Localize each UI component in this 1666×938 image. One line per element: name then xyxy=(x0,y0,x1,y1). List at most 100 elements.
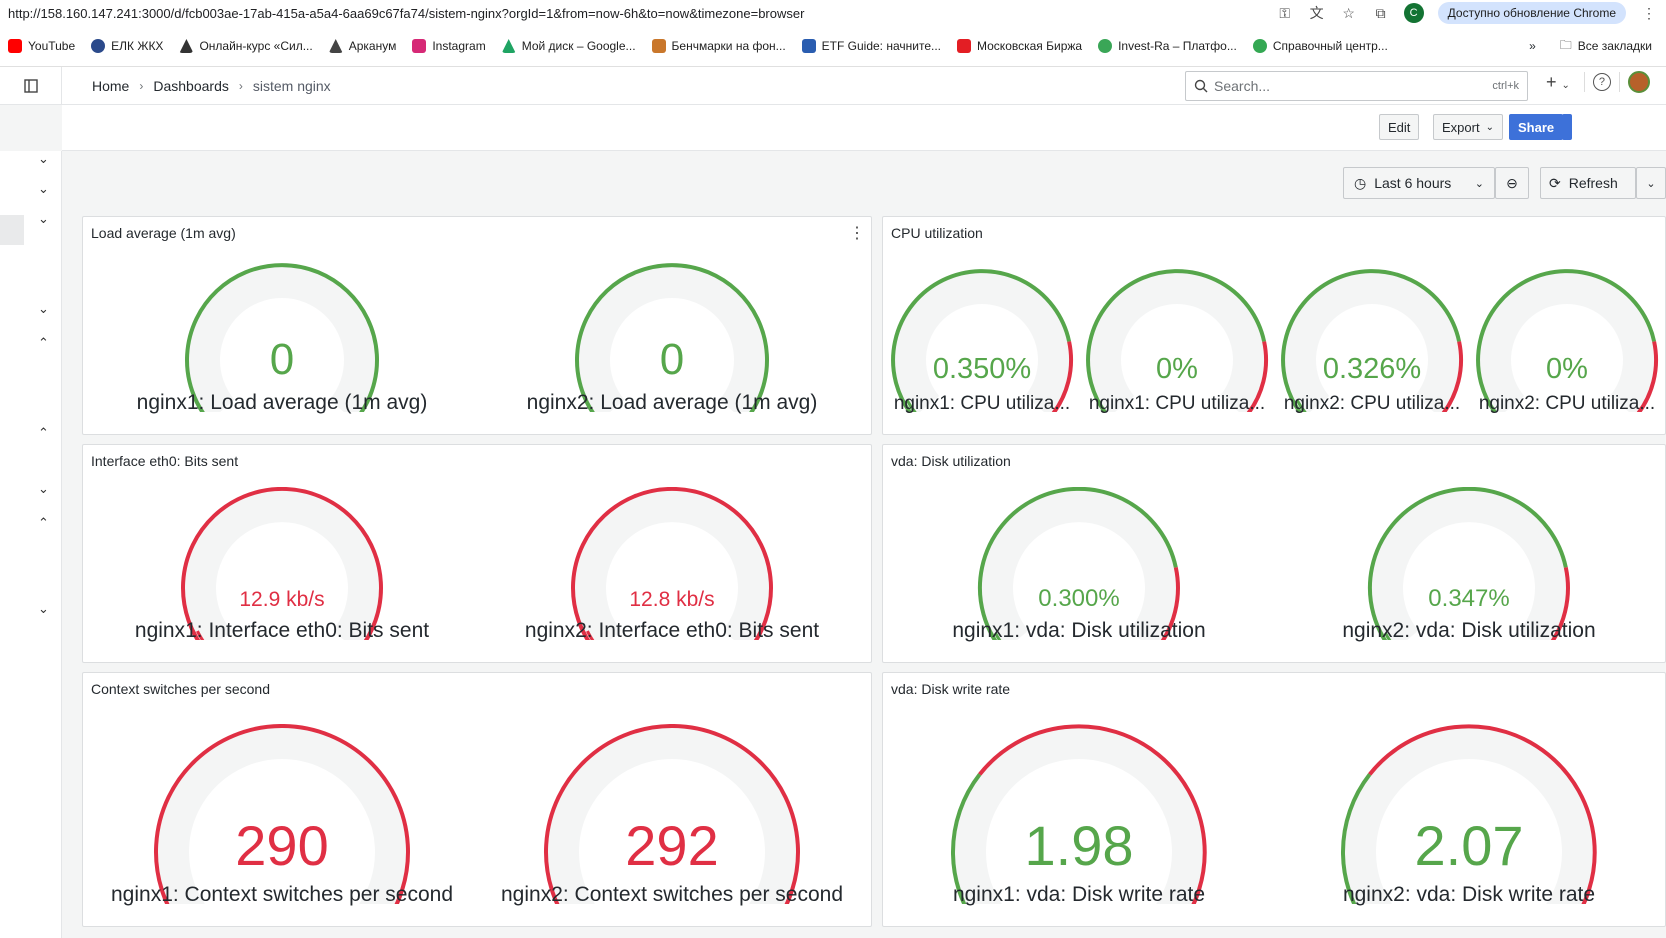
breadcrumb-dashboards[interactable]: Dashboards xyxy=(153,78,229,94)
chevron-down-icon[interactable]: ⌄ xyxy=(38,211,49,227)
bookmark-youtube[interactable]: YouTube xyxy=(0,39,83,53)
help-center-icon xyxy=(1252,39,1267,53)
gauge-label: nginx1: CPU utiliza... xyxy=(1088,393,1266,414)
gauge-label: nginx1: vda: Disk utilization xyxy=(952,619,1206,642)
bookmark-etf-guide[interactable]: ETF Guide: начните... xyxy=(794,39,949,53)
gauge-arc xyxy=(1368,487,1570,640)
gauge-value: 0.326% xyxy=(1322,353,1422,386)
user-avatar[interactable] xyxy=(1627,71,1650,93)
gauge-arc xyxy=(1086,269,1268,412)
chevron-up-icon[interactable]: ⌃ xyxy=(38,335,49,351)
chevron-down-icon[interactable]: ⌄ xyxy=(38,601,49,617)
gauge-panel[interactable]: vda: Disk utilization 0.300% nginx1: vda: … xyxy=(882,444,1666,663)
browser-address-bar: http://158.160.147.241:3000/d/fcb003ae-1… xyxy=(0,0,1666,26)
time-range-picker[interactable]: ◷ Last 6 hours ⌄ xyxy=(1343,167,1495,199)
gauge-panel[interactable]: Interface eth0: Bits sent 12.9 kb/s nginx1… xyxy=(82,444,872,663)
zoom-out-button[interactable]: ⊖ xyxy=(1495,167,1529,199)
bookmark-course[interactable]: Онлайн-курс «Сил... xyxy=(171,39,320,53)
translate-icon[interactable]: 文 xyxy=(1308,4,1326,22)
chevron-up-icon[interactable]: ⌃ xyxy=(38,515,49,531)
triangle-icon xyxy=(179,39,194,53)
refresh-label: Refresh xyxy=(1568,175,1618,191)
dock-menu-toggle[interactable] xyxy=(0,66,62,105)
gauge-label: nginx1: Interface eth0: Bits sent xyxy=(134,619,430,642)
gauge-track xyxy=(1282,270,1462,412)
google-drive-icon xyxy=(501,39,516,53)
chevron-down-icon[interactable]: ⌄ xyxy=(38,301,49,317)
sidebar-selected-marker xyxy=(0,215,24,245)
gauge-value: 0.300% xyxy=(1038,584,1120,612)
breadcrumb: Home › Dashboards › sistem nginx xyxy=(62,78,331,94)
dock-menu-icon xyxy=(23,78,38,93)
refresh-interval-dropdown[interactable]: ⌄ xyxy=(1636,167,1666,199)
gauge-label: nginx2: Load average (1m avg) xyxy=(526,391,818,414)
profile-avatar[interactable]: C xyxy=(1403,3,1424,23)
gauge-track xyxy=(1087,270,1267,412)
bookmark-arkanum[interactable]: Арканум xyxy=(321,39,405,53)
search-input[interactable]: Search... ctrl+k xyxy=(1185,71,1528,101)
chevron-down-icon[interactable]: ⌄ xyxy=(38,181,49,197)
export-button[interactable]: Export ⌄ xyxy=(1433,114,1503,140)
shield-icon xyxy=(651,39,666,53)
folder-icon: 🗀 xyxy=(1559,37,1572,52)
bookmark-star-icon[interactable]: ☆ xyxy=(1340,4,1358,22)
gauge-arc xyxy=(1281,269,1463,412)
chrome-update-button[interactable]: Доступно обновление Chrome xyxy=(1437,2,1626,24)
share-dropdown-button[interactable] xyxy=(1562,114,1572,140)
breadcrumb-separator-icon: › xyxy=(139,78,144,93)
gauge-panel[interactable]: CPU utilization 0.350% nginx1: CPU utiliza… xyxy=(882,216,1666,435)
url-text[interactable]: http://158.160.147.241:3000/d/fcb003ae-1… xyxy=(0,6,1276,21)
bookmark-invest-ra[interactable]: Invest-Ra – Платфо... xyxy=(1090,39,1245,53)
chevron-down-icon[interactable]: ⌄ xyxy=(38,481,49,497)
help-icon[interactable]: ? xyxy=(1592,73,1611,91)
bookmark-help-center[interactable]: Справочный центр... xyxy=(1245,39,1396,53)
search-icon xyxy=(1194,79,1208,93)
share-button[interactable]: Share xyxy=(1509,114,1564,140)
gauge-value: 12.9 kb/s xyxy=(239,587,325,611)
new-menu-button[interactable]: + ⌄ xyxy=(1540,72,1576,93)
gauge-track xyxy=(892,270,1072,412)
zoom-out-icon: ⊖ xyxy=(1506,174,1518,191)
search-shortcut: ctrl+k xyxy=(1492,80,1519,92)
gauge-panel[interactable]: vda: Disk write rate 1.98 nginx1: vda: Dis… xyxy=(882,672,1666,927)
chevron-down-icon[interactable]: ⌄ xyxy=(38,151,49,167)
gauge-label: nginx1: CPU utiliza... xyxy=(893,393,1071,414)
gauge-value: 0.347% xyxy=(1428,584,1510,612)
kebab-menu-icon[interactable]: ⋮ xyxy=(1640,4,1658,22)
etf-icon xyxy=(801,39,816,53)
moex-icon xyxy=(957,39,971,53)
bookmark-instagram[interactable]: Instagram xyxy=(404,39,493,53)
extensions-icon[interactable]: ⧉ xyxy=(1372,4,1390,22)
edit-button[interactable]: Edit xyxy=(1379,114,1420,140)
gauge-value: 0% xyxy=(1156,353,1198,386)
gauge-value: 0 xyxy=(659,334,685,384)
more-bookmarks-icon[interactable]: » xyxy=(1529,39,1536,53)
breadcrumb-home[interactable]: Home xyxy=(92,78,129,94)
key-icon[interactable]: ⚿ xyxy=(1276,4,1294,22)
divider xyxy=(1618,72,1620,92)
bookmark-benchmarks[interactable]: Бенчмарки на фон... xyxy=(644,39,794,53)
breadcrumb-current: sistem nginx xyxy=(252,77,331,94)
gauge-label: nginx1: Load average (1m avg) xyxy=(136,391,428,414)
gauge-arc xyxy=(1476,269,1658,412)
instagram-icon xyxy=(412,39,427,53)
panel-menu-icon[interactable]: ⋮ xyxy=(849,223,865,243)
all-bookmarks-folder[interactable]: 🗀 Все закладки xyxy=(1552,36,1660,57)
gauge-label: nginx2: CPU utiliza... xyxy=(1283,393,1461,414)
time-range-label: Last 6 hours xyxy=(1374,175,1452,191)
gauge-panel[interactable]: Load average (1m avg) ⋮ 0 nginx1: Load aver… xyxy=(82,216,872,435)
refresh-icon: ⟳ xyxy=(1549,174,1561,191)
grafana-top-nav: Home › Dashboards › sistem nginx Search.… xyxy=(0,66,1666,105)
refresh-button[interactable]: ⟳ Refresh xyxy=(1540,167,1636,199)
panel-title: Load average (1m avg) xyxy=(91,225,236,241)
gauge-value: 0.350% xyxy=(932,353,1032,386)
gauge-value: 0 xyxy=(269,334,295,384)
youtube-icon xyxy=(8,39,22,53)
gauge-panel[interactable]: Context switches per second 290 nginx1: Co… xyxy=(82,672,872,927)
bookmark-google-drive[interactable]: Мой диск – Google... xyxy=(494,39,644,53)
divider xyxy=(1583,72,1585,92)
chevron-up-icon[interactable]: ⌃ xyxy=(38,425,49,441)
gauge-value: 0% xyxy=(1546,353,1588,386)
bookmark-elk[interactable]: ЕЛК ЖКХ xyxy=(83,39,171,53)
bookmark-moex[interactable]: Московская Биржа xyxy=(949,39,1090,53)
